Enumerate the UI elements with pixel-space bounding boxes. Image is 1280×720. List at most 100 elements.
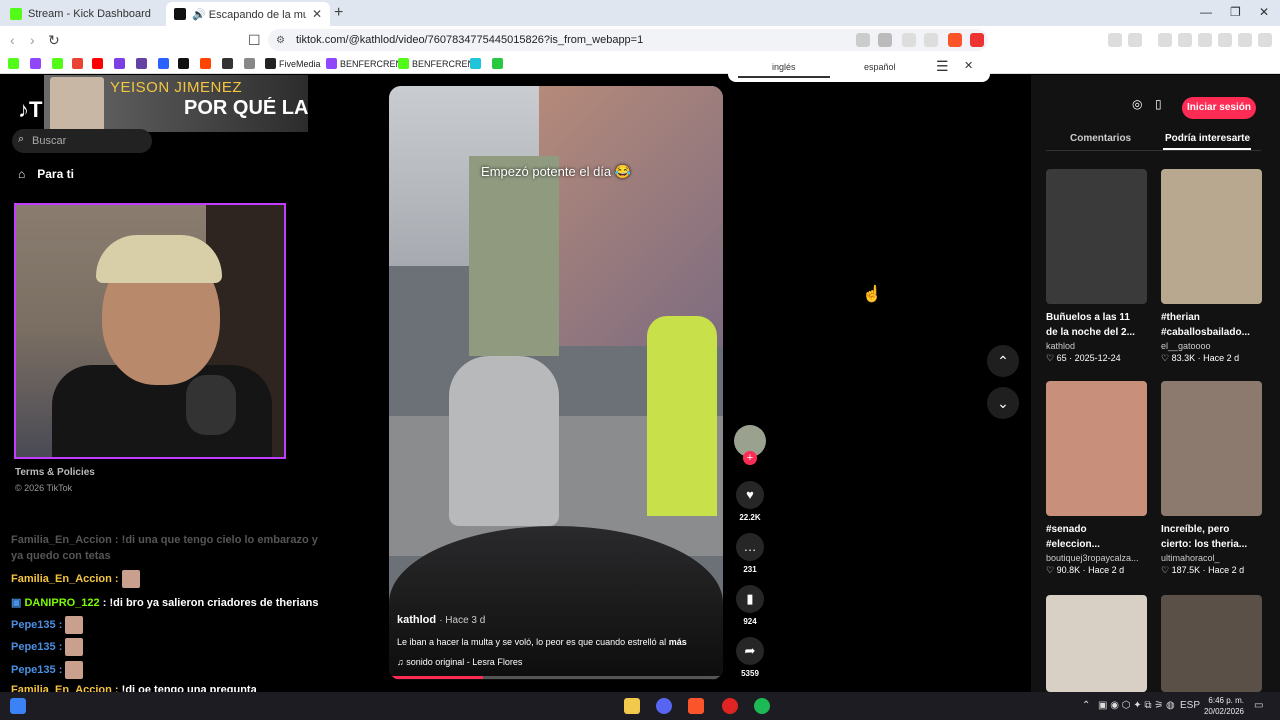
app-icon[interactable]	[492, 58, 503, 69]
file-explorer-icon[interactable]	[624, 698, 640, 714]
app-icon[interactable]	[114, 58, 125, 69]
chat-message: ▣ DANIPRO_122 : !di bro ya salieron cria…	[11, 597, 319, 609]
tab-comments[interactable]: Comentarios	[1070, 133, 1131, 144]
tabs-divider	[1046, 150, 1261, 151]
like-button[interactable]: ♥ 22.2K	[734, 481, 766, 522]
app-icon[interactable]	[470, 58, 481, 69]
suggested-video-card[interactable]	[1161, 595, 1262, 692]
previous-video-button[interactable]: ⌃	[987, 345, 1019, 377]
bookmark-fivemedia[interactable]: FiveMedia	[279, 59, 321, 69]
coins-icon[interactable]: ◎	[1132, 97, 1142, 111]
share-icon[interactable]	[924, 33, 938, 47]
clock[interactable]: 6:46 p. m. 20/02/2026	[1196, 695, 1244, 717]
signin-button[interactable]: Iniciar sesión	[1182, 97, 1256, 119]
app-icon[interactable]	[722, 698, 738, 714]
tray-icons[interactable]: ▣ ◉ ⬡ ✦ ⧉ ⚞ ◍	[1098, 700, 1175, 711]
kick-icon[interactable]	[398, 58, 409, 69]
app-icon[interactable]	[244, 58, 255, 69]
app-icon[interactable]	[222, 58, 233, 69]
device-icon[interactable]: ▯	[1155, 97, 1162, 111]
chat-emote	[65, 638, 84, 656]
menu-icon[interactable]	[1258, 33, 1272, 47]
chat-emote	[65, 616, 84, 634]
tab-kick-dashboard[interactable]: Stream - Kick Dashboard	[2, 2, 166, 26]
save-button[interactable]: ▮ 924	[734, 585, 766, 626]
video-author[interactable]: kathlod	[397, 614, 436, 626]
video-posted-ago: · Hace 3 d	[439, 615, 486, 626]
translate-popup: inglés español ☰ ✕	[728, 52, 990, 82]
media-icon[interactable]	[1158, 33, 1172, 47]
chat-username: Pepe135	[11, 663, 56, 676]
video-progress-bar[interactable]	[389, 676, 723, 679]
next-video-button[interactable]: ⌄	[987, 387, 1019, 419]
twitch-icon[interactable]	[326, 58, 337, 69]
discord-icon[interactable]	[656, 698, 672, 714]
chat-message: Familia_En_Accion :	[11, 570, 140, 588]
twitch-icon[interactable]	[30, 58, 41, 69]
spotify-icon[interactable]	[754, 698, 770, 714]
suggested-video-card[interactable]: #therian #caballosbailado... el__gatoooo …	[1161, 169, 1262, 364]
comment-button[interactable]: … 231	[734, 533, 766, 574]
vpn-icon[interactable]	[1238, 33, 1252, 47]
translate-options-icon[interactable]: ☰	[936, 58, 949, 75]
source-language-tab[interactable]: inglés	[772, 62, 796, 72]
search-input[interactable]: ⌕ Buscar	[12, 129, 152, 153]
youtube-icon[interactable]	[92, 58, 103, 69]
close-window-button[interactable]: ✕	[1259, 5, 1269, 19]
suggested-video-card[interactable]: Increíble, pero cierto: los theria... ult…	[1161, 381, 1262, 576]
sound-name: sonido original - Lesra Flores	[406, 657, 523, 667]
suggested-video-card[interactable]: Buñuelos a las 11 de la noche del 2... ka…	[1046, 169, 1147, 364]
bookmark-benfercren[interactable]: BENFERCREN	[412, 59, 474, 69]
windows-start-icon[interactable]	[10, 698, 26, 714]
more-button[interactable]: más	[669, 637, 687, 647]
close-tab-icon[interactable]: ✕	[312, 7, 322, 21]
tray-chevron-icon[interactable]: ⌃	[1082, 700, 1090, 711]
chat-emote	[65, 661, 84, 679]
tab-tiktok-video[interactable]: 🔊 Escapando de la multa en Col ✕	[166, 2, 330, 26]
reader-icon[interactable]	[1128, 33, 1142, 47]
kick-icon[interactable]	[8, 58, 19, 69]
sidebar-icon[interactable]	[1178, 33, 1192, 47]
terms-link[interactable]: Terms & Policies	[15, 467, 95, 478]
site-info-icon[interactable]: ⚙	[276, 35, 285, 46]
brave-rewards-icon[interactable]	[970, 33, 984, 47]
bookmark-benfercren[interactable]: BENFERCREN	[340, 59, 402, 69]
gmail-icon[interactable]	[72, 58, 83, 69]
app-icon[interactable]	[200, 58, 211, 69]
tab-suggested[interactable]: Podría interesarte	[1165, 133, 1250, 144]
leo-icon[interactable]	[1218, 33, 1232, 47]
extensions-icon[interactable]	[1108, 33, 1122, 47]
comment-count: 231	[743, 565, 757, 574]
video-player[interactable]: Empezó potente el día 😂 kathlod · Hace 3…	[389, 86, 723, 680]
page-translate-icon[interactable]	[878, 33, 892, 47]
back-button[interactable]: ‹	[10, 32, 15, 48]
suggested-video-card[interactable]	[1046, 595, 1147, 692]
bookmark-icon[interactable]: ☐	[248, 32, 261, 49]
translate-icon[interactable]	[856, 33, 870, 47]
restore-button[interactable]: ❐	[1230, 5, 1241, 19]
cast-icon[interactable]	[902, 33, 916, 47]
forward-button[interactable]: ›	[30, 32, 35, 48]
app-icon[interactable]	[158, 58, 169, 69]
notifications-icon[interactable]: ▭	[1254, 700, 1263, 711]
download-icon[interactable]	[178, 58, 189, 69]
nav-for-you[interactable]: ⌂ Para ti	[18, 167, 74, 181]
target-language-tab[interactable]: español	[864, 62, 896, 72]
minimize-button[interactable]: —	[1200, 5, 1212, 19]
microphone	[186, 375, 236, 435]
close-icon[interactable]: ✕	[964, 59, 973, 72]
share-button[interactable]: ➦ 5359	[734, 637, 766, 678]
follow-button[interactable]: +	[743, 451, 757, 465]
suggested-video-card[interactable]: #senado #eleccion... boutiquej3ropaycalza…	[1046, 381, 1147, 576]
video-sound[interactable]: ♫ sonido original - Lesra Flores	[397, 657, 522, 667]
tiktok-logo-icon[interactable]: ♪T	[18, 97, 42, 123]
brave-shield-icon[interactable]	[948, 33, 962, 47]
app-icon[interactable]	[136, 58, 147, 69]
wallet-icon[interactable]	[1198, 33, 1212, 47]
fivemedia-icon[interactable]	[265, 58, 276, 69]
reload-button[interactable]: ↻	[48, 32, 60, 49]
new-tab-button[interactable]: +	[334, 4, 343, 22]
card-title: #caballosbailado...	[1161, 327, 1250, 338]
kick-icon[interactable]	[52, 58, 63, 69]
brave-icon[interactable]	[688, 698, 704, 714]
